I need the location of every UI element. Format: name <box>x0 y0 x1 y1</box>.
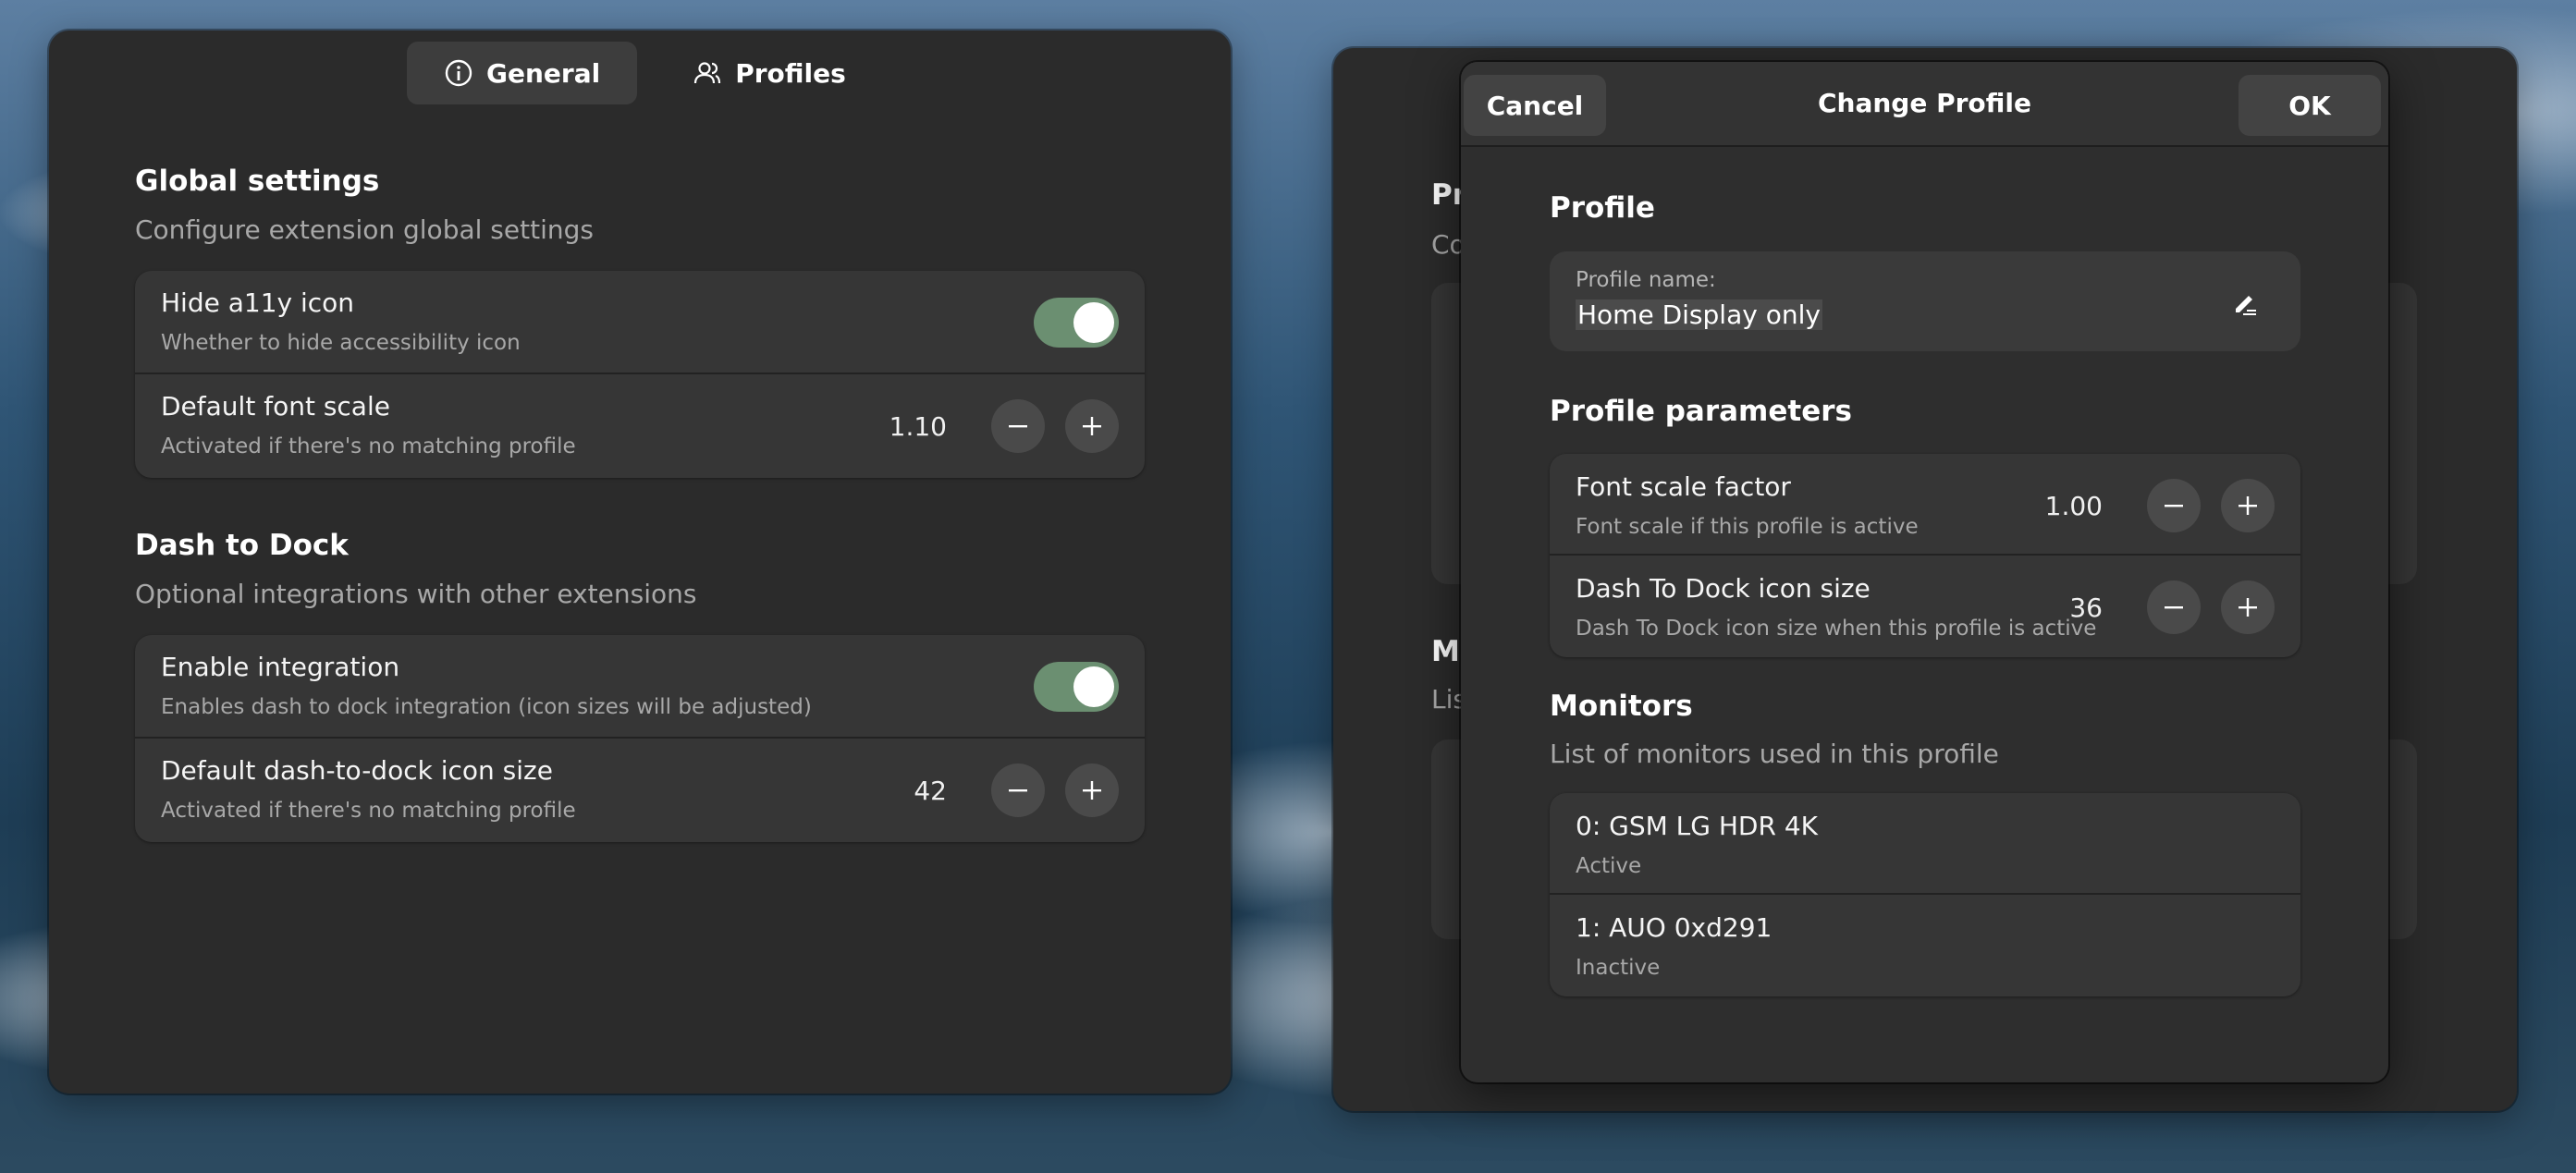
tab-general-label: General <box>486 57 601 89</box>
profile-font-scale-value[interactable]: 1.00 <box>2045 491 2103 521</box>
monitor-row[interactable]: 1: AUO 0xd291 Inactive <box>1550 895 2300 996</box>
minus-icon <box>2165 606 2183 609</box>
profile-name-input[interactable]: Home Display only <box>1576 299 1822 330</box>
profile-name-label: Profile name: <box>1576 268 1716 292</box>
enable-integration-switch[interactable] <box>1034 662 1119 712</box>
monitors-section-subtitle: List of monitors used in this profile <box>1550 739 1999 769</box>
global-settings-subtitle: Configure extension global settings <box>135 214 594 245</box>
font-scale-spinner: 1.10 <box>889 399 1119 453</box>
row-enable-integration: Enable integration Enables dash to dock … <box>135 635 1145 739</box>
row-subtitle: Activated if there's no matching profile <box>161 799 576 823</box>
switch-knob <box>1073 666 1114 707</box>
plus-icon <box>2239 598 2257 617</box>
row-title: Dash To Dock icon size <box>1576 573 1871 604</box>
dock-icon-size-increase-button[interactable] <box>1065 764 1119 817</box>
hide-a11y-switch[interactable] <box>1034 298 1119 348</box>
tab-general[interactable]: General <box>407 42 638 104</box>
profile-name-entry[interactable]: Profile name: Home Display only <box>1550 251 2300 351</box>
row-title: Default font scale <box>161 391 390 422</box>
users-icon <box>694 62 721 84</box>
switch-knob <box>1073 302 1114 343</box>
row-default-font-scale: Default font scale Activated if there's … <box>135 374 1145 478</box>
global-settings-title: Global settings <box>135 165 380 198</box>
monitor-status: Inactive <box>1576 956 1661 980</box>
dash-to-dock-group: Enable integration Enables dash to dock … <box>135 635 1145 842</box>
dock-icon-size-spinner: 42 <box>914 764 1119 817</box>
tab-profiles-label: Profiles <box>735 57 846 89</box>
profile-font-scale-increase-button[interactable] <box>2221 479 2275 532</box>
font-scale-increase-button[interactable] <box>1065 399 1119 453</box>
row-subtitle: Activated if there's no matching profile <box>161 434 576 458</box>
ok-button[interactable]: OK <box>2239 75 2381 136</box>
row-default-dock-icon-size: Default dash-to-dock icon size Activated… <box>135 739 1145 842</box>
edit-icon[interactable] <box>2230 290 2260 320</box>
profile-dock-icon-decrease-button[interactable] <box>2147 580 2201 634</box>
minus-icon <box>1009 789 1027 792</box>
profile-font-scale-decrease-button[interactable] <box>2147 479 2201 532</box>
monitor-name: 1: AUO 0xd291 <box>1576 912 1773 943</box>
monitor-name: 0: GSM LG HDR 4K <box>1576 811 1819 841</box>
view-switcher: General Profiles <box>407 42 883 104</box>
dash-to-dock-subtitle: Optional integrations with other extensi… <box>135 579 697 609</box>
monitors-group: 0: GSM LG HDR 4K Active 1: AUO 0xd291 In… <box>1550 793 2300 996</box>
profile-font-scale-spinner: 1.00 <box>2045 479 2275 532</box>
profile-dock-icon-increase-button[interactable] <box>2221 580 2275 634</box>
dash-to-dock-title: Dash to Dock <box>135 529 349 562</box>
minus-icon <box>2165 505 2183 507</box>
dock-icon-size-value[interactable]: 42 <box>914 776 947 806</box>
tab-profiles[interactable]: Profiles <box>656 42 883 104</box>
font-scale-decrease-button[interactable] <box>991 399 1045 453</box>
monitor-status: Active <box>1576 854 1642 878</box>
row-title: Font scale factor <box>1576 471 1791 502</box>
profile-dock-icon-spinner: 36 <box>2069 580 2275 634</box>
profile-dock-icon-value[interactable]: 36 <box>2069 593 2103 623</box>
profile-parameters-title: Profile parameters <box>1550 395 1852 428</box>
plus-icon <box>1083 781 1101 800</box>
monitors-section-title: Monitors <box>1550 690 1693 723</box>
row-subtitle: Dash To Dock icon size when this profile… <box>1576 617 2097 641</box>
plus-icon <box>1083 417 1101 435</box>
profile-parameters-group: Font scale factor Font scale if this pro… <box>1550 454 2300 657</box>
minus-icon <box>1009 425 1027 428</box>
dialog-header: Cancel Change Profile OK <box>1461 62 2388 147</box>
profile-section-title: Profile <box>1550 191 1655 225</box>
row-title: Default dash-to-dock icon size <box>161 755 553 786</box>
dock-icon-size-decrease-button[interactable] <box>991 764 1045 817</box>
global-settings-group: Hide a11y icon Whether to hide accessibi… <box>135 271 1145 478</box>
row-title: Enable integration <box>161 652 400 682</box>
plus-icon <box>2239 496 2257 515</box>
row-dock-icon-size: Dash To Dock icon size Dash To Dock icon… <box>1550 556 2300 657</box>
change-profile-dialog: Cancel Change Profile OK Profile Profile… <box>1461 62 2388 1082</box>
monitor-row[interactable]: 0: GSM LG HDR 4K Active <box>1550 793 2300 895</box>
row-subtitle: Font scale if this profile is active <box>1576 515 1919 539</box>
row-title: Hide a11y icon <box>161 287 355 318</box>
row-hide-a11y-icon: Hide a11y icon Whether to hide accessibi… <box>135 271 1145 374</box>
info-icon <box>445 59 472 87</box>
row-font-scale-factor: Font scale factor Font scale if this pro… <box>1550 454 2300 556</box>
row-subtitle: Whether to hide accessibility icon <box>161 331 521 355</box>
row-subtitle: Enables dash to dock integration (icon s… <box>161 695 812 719</box>
font-scale-value[interactable]: 1.10 <box>889 411 947 442</box>
